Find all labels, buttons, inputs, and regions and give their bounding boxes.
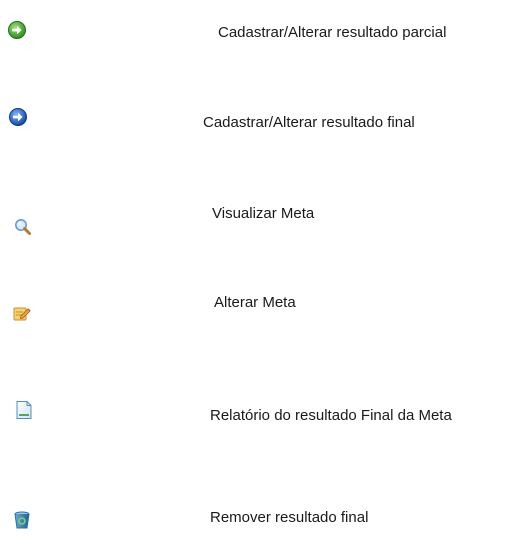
legend-item-final-result: Cadastrar/Alterar resultado final — [0, 106, 524, 146]
legend-item-label: Remover resultado final — [210, 509, 369, 526]
legend-item-label: Cadastrar/Alterar resultado parcial — [218, 24, 447, 41]
legend-item-label: Cadastrar/Alterar resultado final — [203, 114, 415, 131]
blue-arrow-right-icon[interactable] — [8, 107, 28, 127]
legend-item-label: Alterar Meta — [214, 294, 296, 311]
magnifier-icon[interactable] — [13, 217, 33, 237]
legend-item-edit-goal: Alterar Meta — [0, 290, 524, 330]
document-icon[interactable] — [14, 400, 34, 420]
legend-item-partial-result: Cadastrar/Alterar resultado parcial — [0, 18, 524, 58]
legend-item-label: Visualizar Meta — [212, 205, 315, 222]
legend-item-label: Relatório do resultado Final da Meta — [210, 407, 452, 424]
legend-item-view-goal: Visualizar Meta — [0, 200, 524, 240]
legend-item-remove-final-result: Remover resultado final — [0, 496, 524, 536]
recycle-bin-icon[interactable] — [12, 510, 32, 530]
edit-note-icon[interactable] — [12, 303, 32, 323]
green-arrow-right-icon[interactable] — [7, 20, 27, 40]
legend-item-final-report: Relatório do resultado Final da Meta — [0, 398, 524, 438]
